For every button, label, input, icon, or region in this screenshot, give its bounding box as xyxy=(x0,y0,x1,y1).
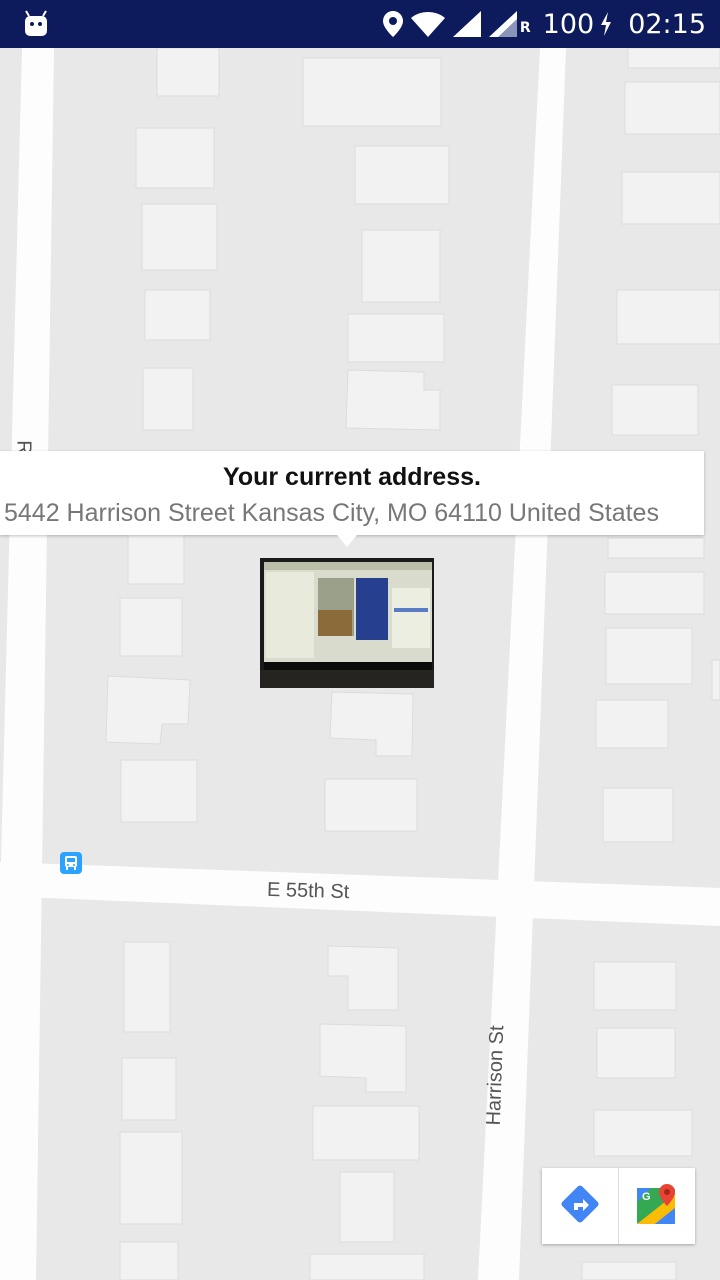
signal-icon xyxy=(452,10,482,38)
open-in-maps-button[interactable]: G xyxy=(619,1168,695,1244)
info-window-title: Your current address. xyxy=(223,463,481,491)
map-toolbar: G xyxy=(542,1168,695,1244)
road-e-55th xyxy=(0,862,720,926)
google-logo: Google xyxy=(12,1274,123,1280)
android-icon xyxy=(22,9,50,42)
road-left xyxy=(0,48,54,1280)
street-label-e-55th: E 55th St xyxy=(266,878,350,904)
photo-marker[interactable] xyxy=(260,558,434,688)
info-window-pointer xyxy=(337,535,357,547)
map-view[interactable]: R E 55th St Harrison St Your current add… xyxy=(0,48,720,1280)
marker-thumbnail xyxy=(260,558,434,688)
charging-icon xyxy=(600,12,612,36)
location-icon xyxy=(382,10,404,38)
battery-level: 100 xyxy=(542,8,595,40)
street-label-harrison: Harrison St xyxy=(482,1025,509,1126)
wifi-icon xyxy=(410,10,446,38)
clock: 02:15 xyxy=(628,8,706,40)
info-window-address: 5442 Harrison Street Kansas City, MO 641… xyxy=(4,499,659,527)
status-bar: R 100 02:15 xyxy=(0,0,720,48)
directions-icon xyxy=(559,1183,601,1230)
bus-stop-icon[interactable] xyxy=(60,852,82,874)
info-window[interactable]: Your current address. 5442 Harrison Stre… xyxy=(0,451,704,535)
directions-button[interactable] xyxy=(542,1168,618,1244)
signal-roaming-icon: R xyxy=(488,10,531,38)
svg-text:G: G xyxy=(642,1191,651,1203)
google-maps-icon: G xyxy=(635,1182,679,1231)
